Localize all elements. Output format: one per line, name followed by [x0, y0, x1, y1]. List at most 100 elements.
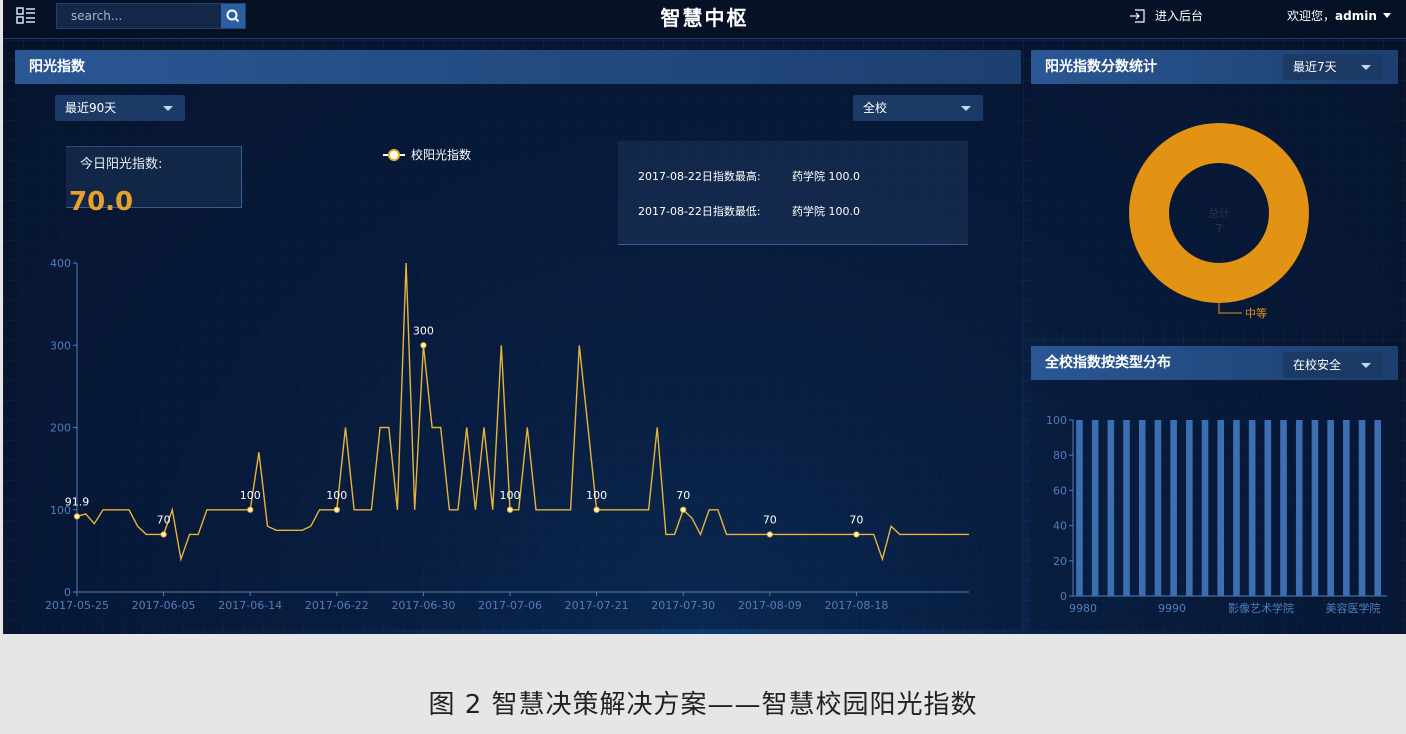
data-label: 70	[157, 513, 171, 526]
legend-marker-icon	[383, 148, 405, 161]
data-label: 300	[413, 324, 434, 337]
data-label: 70	[849, 513, 863, 526]
data-point	[420, 342, 427, 349]
x-tick-label: 2017-06-22	[305, 599, 369, 612]
sunshine-line-chart: 0 100 200 300 400 2017-05-25 2017-06-05 2017-06…	[45, 257, 969, 612]
y-tick-label: 80	[1053, 449, 1067, 462]
chevron-down-icon	[1382, 13, 1391, 18]
bar	[1107, 420, 1115, 596]
user-menu[interactable]: 欢迎您，admin	[1287, 7, 1391, 24]
data-point	[766, 531, 773, 538]
bar	[1358, 420, 1366, 596]
x-tick-label: 美容医学院	[1326, 601, 1381, 615]
info-value: 药学院 100.0	[792, 170, 860, 183]
bar	[1170, 420, 1177, 596]
data-point	[160, 531, 167, 538]
data-label: 100	[586, 489, 607, 502]
info-label: 2017-08-22日指数最低:	[638, 205, 761, 218]
user-name: admin	[1335, 9, 1377, 23]
type-select[interactable]: 在校安全	[1283, 352, 1383, 378]
y-tick-label: 400	[50, 257, 71, 270]
bar	[1217, 420, 1225, 596]
x-tick-label: 2017-06-30	[391, 599, 455, 612]
bar	[1264, 420, 1272, 596]
data-label: 100	[326, 489, 347, 502]
welcome-text: 欢迎您，	[1287, 9, 1336, 23]
extremes-info-box: 2017-08-22日指数最高: 药学院 100.0 2017-08-22日指数…	[618, 141, 968, 245]
today-index-value: 70.0	[69, 187, 134, 217]
x-tick-label: 2017-07-21	[565, 599, 629, 612]
today-index-card: 今日阳光指数: 70.0	[66, 146, 242, 217]
y-tick-label: 40	[1053, 520, 1067, 533]
bar	[1138, 420, 1146, 596]
bar	[1154, 420, 1162, 596]
y-tick-label: 20	[1053, 555, 1067, 568]
donut-total-label: 总计	[1208, 206, 1230, 220]
info-label: 2017-08-22日指数最高:	[638, 170, 761, 183]
x-tick-label: 2017-06-14	[218, 599, 282, 612]
data-point	[506, 506, 514, 513]
period-select[interactable]: 最近90天	[55, 95, 185, 121]
scope-select[interactable]: 全校	[853, 95, 983, 121]
donut-label-leader	[1218, 302, 1242, 314]
login-icon	[1130, 8, 1145, 23]
data-point	[247, 506, 254, 513]
bar	[1201, 420, 1209, 596]
x-tick-label: 2017-05-25	[45, 599, 109, 612]
x-tick-label: 2017-07-30	[651, 599, 715, 612]
bar	[1248, 420, 1256, 596]
x-tick-label: 2017-07-06	[478, 599, 542, 612]
figure-caption: 图 2 智慧决策解决方案——智慧校园阳光指数	[428, 690, 978, 720]
data-point	[333, 506, 340, 513]
donut-period-value: 最近7天	[1293, 60, 1337, 74]
period-select-value: 最近90天	[65, 101, 117, 115]
y-tick-label: 0	[64, 586, 71, 599]
bar	[1076, 420, 1083, 596]
data-point	[853, 531, 860, 538]
bar	[1091, 420, 1099, 596]
x-tick-label: 2017-08-18	[824, 599, 888, 612]
sunshine-index-header: 阳光指数	[15, 50, 1021, 84]
scope-select-value: 全校	[863, 101, 888, 115]
bar	[1374, 420, 1382, 596]
bar	[1327, 420, 1334, 596]
x-tick-label: 9980	[1069, 602, 1097, 615]
info-row-lowest: 2017-08-22日指数最低: 药学院 100.0	[638, 203, 860, 219]
x-tick-label: 9990	[1158, 602, 1186, 615]
y-tick-label: 0	[1060, 590, 1067, 603]
sunshine-index-line	[76, 262, 969, 562]
dropdown-arrow-icon	[1361, 363, 1371, 368]
dashboard-screen: 智慧中枢 进入后台 欢迎您，admin 阳光指数 最近90天 全校 今日阳光指数…	[3, 0, 1406, 634]
data-point	[593, 506, 600, 513]
y-tick-label: 100	[1046, 414, 1067, 427]
bar	[1295, 420, 1303, 596]
bar	[1343, 420, 1350, 596]
data-label: 70	[763, 513, 777, 526]
bar	[1311, 420, 1319, 596]
y-tick-label: 60	[1053, 484, 1067, 497]
bar	[1233, 420, 1240, 596]
x-tick-label: 2017-06-05	[132, 599, 196, 612]
type-bar-chart: 0 20 40 60 80 100 9980 9990 影像艺术学院 美容医学院	[1046, 414, 1387, 615]
data-label: 70	[676, 489, 690, 502]
dropdown-arrow-icon	[163, 106, 173, 111]
x-tick-label: 影像艺术学院	[1228, 601, 1294, 615]
bar	[1186, 420, 1193, 596]
info-row-highest: 2017-08-22日指数最高: 药学院 100.0	[638, 168, 860, 184]
dropdown-arrow-icon	[1361, 65, 1371, 70]
data-label: 100	[240, 489, 261, 502]
chart-legend[interactable]: 校阳光指数	[383, 146, 471, 163]
top-bar: 智慧中枢 进入后台 欢迎您，admin	[3, 0, 1406, 39]
type-select-value: 在校安全	[1293, 358, 1342, 372]
data-label: 100	[500, 489, 521, 502]
donut-total-value: 7	[1215, 222, 1223, 236]
y-tick-label: 200	[50, 422, 71, 435]
donut-period-select[interactable]: 最近7天	[1283, 54, 1383, 80]
score-donut-chart: 总计 7 中等	[1129, 123, 1309, 320]
enter-backend-label: 进入后台	[1155, 9, 1204, 23]
enter-backend-link[interactable]: 进入后台	[1129, 7, 1203, 24]
data-point	[73, 513, 81, 520]
donut-slice-label: 中等	[1245, 306, 1267, 320]
legend-label: 校阳光指数	[411, 148, 472, 162]
bar	[1123, 420, 1130, 596]
